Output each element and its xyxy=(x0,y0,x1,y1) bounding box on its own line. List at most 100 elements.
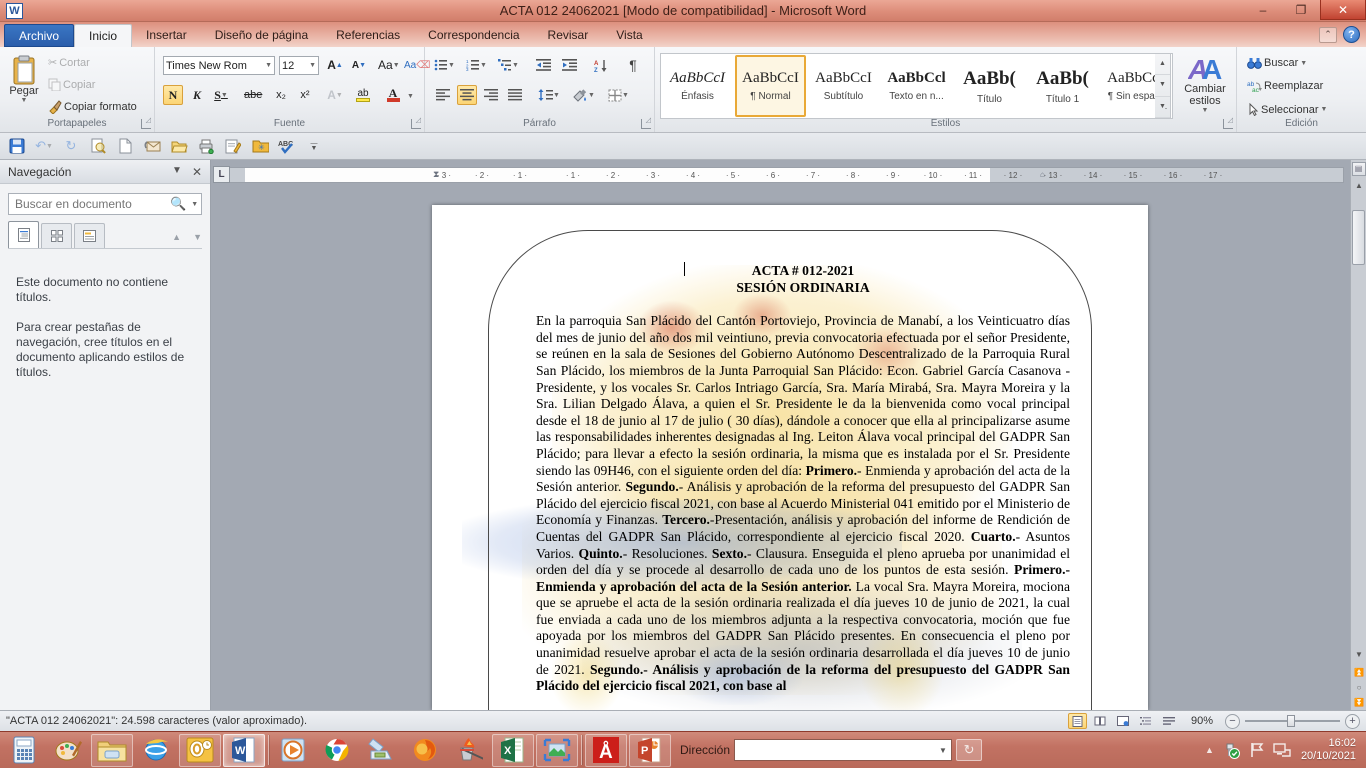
previous-page-icon[interactable]: ⏫ xyxy=(1351,665,1366,680)
taskbar-internet-explorer[interactable] xyxy=(135,734,177,767)
browse-results-tab[interactable] xyxy=(74,223,105,248)
tab-diseno-de-pagina[interactable]: Diseño de página xyxy=(201,24,322,47)
indent-marker[interactable]: ⧗ xyxy=(433,169,439,180)
tab-stop-selector[interactable]: L xyxy=(213,166,230,183)
bold-button[interactable]: N xyxy=(163,85,183,105)
taskbar-scanner[interactable] xyxy=(360,734,402,767)
attach-envelope-button[interactable] xyxy=(143,137,161,155)
shrink-font-button[interactable]: A▼ xyxy=(349,55,369,75)
folder-special-button[interactable]: ✳ xyxy=(251,137,269,155)
taskbar-snipping-tool[interactable] xyxy=(536,734,578,767)
search-options-arrow[interactable]: ▼ xyxy=(191,201,198,208)
right-indent-marker[interactable]: ⌂ xyxy=(1040,170,1045,179)
tab-revisar[interactable]: Revisar xyxy=(534,24,603,47)
multilevel-list-button[interactable]: ▼ xyxy=(497,55,520,75)
font-size-combobox[interactable]: 12▼ xyxy=(279,56,319,75)
minimize-ribbon-icon[interactable]: ⌃ xyxy=(1319,27,1337,43)
numbering-button[interactable]: 123▼ xyxy=(465,55,488,75)
styles-gallery-expand-icon[interactable]: ▼̱ xyxy=(1155,97,1170,118)
select-browse-object-icon[interactable]: ○ xyxy=(1351,680,1366,695)
taskbar-word[interactable]: W xyxy=(223,734,265,767)
styles-dialog-launcher[interactable] xyxy=(1223,119,1233,129)
ruler-toggle-icon[interactable]: ▤ xyxy=(1352,162,1366,176)
font-dialog-launcher[interactable] xyxy=(411,119,421,129)
redo-button[interactable]: ↻ xyxy=(62,137,80,155)
increase-indent-button[interactable] xyxy=(559,55,579,75)
paste-button[interactable]: Pegar ▼ xyxy=(6,55,42,104)
taskbar-calculator[interactable] xyxy=(3,734,45,767)
tab-insertar[interactable]: Insertar xyxy=(132,24,201,47)
select-button[interactable]: Seleccionar▼ xyxy=(1247,103,1327,116)
strikethrough-button[interactable]: abe xyxy=(243,85,263,105)
show-paragraph-marks-button[interactable]: ¶ xyxy=(623,55,643,75)
taskbar-outlook[interactable] xyxy=(179,734,221,767)
address-input[interactable] xyxy=(735,741,935,759)
spelling-grammar-button[interactable]: ABC xyxy=(278,137,296,155)
outline-view-button[interactable] xyxy=(1137,713,1156,729)
browse-pages-tab[interactable] xyxy=(41,223,72,248)
toolbar-options-icon[interactable]: —▼ xyxy=(305,137,323,155)
scrollbar-thumb[interactable] xyxy=(1352,210,1365,265)
style-item-0[interactable]: AaBbCcIÉnfasis xyxy=(662,55,733,117)
save-button[interactable] xyxy=(8,137,26,155)
taskbar-chrome[interactable] xyxy=(316,734,358,767)
style-item-1[interactable]: AaBbCcI¶ Normal xyxy=(735,55,806,117)
justify-button[interactable] xyxy=(505,85,525,105)
quick-print-button[interactable] xyxy=(197,137,215,155)
italic-button[interactable]: K xyxy=(187,85,207,105)
tab-vista[interactable]: Vista xyxy=(602,24,656,47)
undo-button[interactable]: ↶▼ xyxy=(35,137,53,155)
replace-button[interactable]: abac Reemplazar xyxy=(1247,80,1323,92)
zoom-out-icon[interactable]: − xyxy=(1225,714,1240,729)
document-page[interactable]: ACTA # 012-2021 SESIÓN ORDINARIA En la p… xyxy=(432,205,1148,710)
close-button[interactable]: ✕ xyxy=(1320,0,1366,20)
text-effects-button[interactable]: A▼ xyxy=(325,85,345,105)
highlight-color-button[interactable]: ab xyxy=(353,85,373,105)
zoom-slider[interactable] xyxy=(1245,720,1340,722)
taskbar-powerpoint[interactable]: P xyxy=(629,734,671,767)
font-name-combobox[interactable]: Times New Rom▼ xyxy=(163,56,275,75)
action-center-flag-icon[interactable] xyxy=(1249,742,1264,758)
change-styles-button[interactable]: AA Cambiar estilos ▼ xyxy=(1177,53,1233,114)
styles-scroll-down-icon[interactable]: ▼ xyxy=(1155,75,1170,96)
taskbar-media-player[interactable] xyxy=(272,734,314,767)
style-item-2[interactable]: AaBbCcISubtítulo xyxy=(808,55,879,117)
taskbar-clock[interactable]: 16:02 20/10/2021 xyxy=(1301,737,1356,763)
align-center-button[interactable] xyxy=(457,85,477,105)
edit-document-button[interactable] xyxy=(224,137,242,155)
vertical-scrollbar[interactable]: ▤ ▲ ▼ ⏫ ○ ⏬ xyxy=(1350,160,1366,710)
styles-scroll-up-icon[interactable]: ▲ xyxy=(1155,54,1170,75)
search-input[interactable] xyxy=(15,197,170,211)
underline-button[interactable]: S▼ xyxy=(211,85,231,105)
character-count-status[interactable]: "ACTA 012 24062021": 24.598 caracteres (… xyxy=(6,715,307,727)
paragraph-dialog-launcher[interactable] xyxy=(641,119,651,129)
fullscreen-reading-view-button[interactable] xyxy=(1091,713,1110,729)
zoom-slider-thumb[interactable] xyxy=(1287,715,1295,727)
print-preview-button[interactable] xyxy=(89,137,107,155)
decrease-indent-button[interactable] xyxy=(533,55,553,75)
next-page-icon[interactable]: ⏬ xyxy=(1351,695,1366,710)
font-color-button[interactable]: A xyxy=(383,85,403,105)
cut-button[interactable]: ✂Cortar xyxy=(48,56,90,69)
format-painter-button[interactable]: Copiar formato xyxy=(48,100,137,114)
navigation-pane-close-icon[interactable]: ✕ xyxy=(192,165,202,179)
scroll-up-icon[interactable]: ▲ xyxy=(1351,178,1366,193)
address-combobox[interactable]: ▼ xyxy=(734,739,952,761)
subscript-button[interactable]: x₂ xyxy=(271,85,291,105)
borders-button[interactable]: ▼ xyxy=(607,85,630,105)
style-item-3[interactable]: AaBbCclTexto en n... xyxy=(881,55,952,117)
new-document-button[interactable] xyxy=(116,137,134,155)
copy-button[interactable]: Copiar xyxy=(48,78,95,91)
align-left-button[interactable] xyxy=(433,85,453,105)
search-icon[interactable]: 🔍 xyxy=(170,196,186,212)
taskbar-nero[interactable] xyxy=(448,734,490,767)
web-layout-view-button[interactable] xyxy=(1114,713,1133,729)
paste-dropdown-arrow[interactable]: ▼ xyxy=(21,97,28,104)
minimize-button[interactable]: – xyxy=(1244,0,1282,20)
navigation-pane-menu-icon[interactable]: ▼ xyxy=(172,165,182,179)
tab-inicio[interactable]: Inicio xyxy=(74,24,132,47)
grow-font-button[interactable]: A▲ xyxy=(325,55,345,75)
style-item-5[interactable]: AaBb(Título 1 xyxy=(1027,55,1098,117)
next-heading-icon[interactable]: ▼ xyxy=(193,232,202,242)
taskbar-file-explorer[interactable] xyxy=(91,734,133,767)
